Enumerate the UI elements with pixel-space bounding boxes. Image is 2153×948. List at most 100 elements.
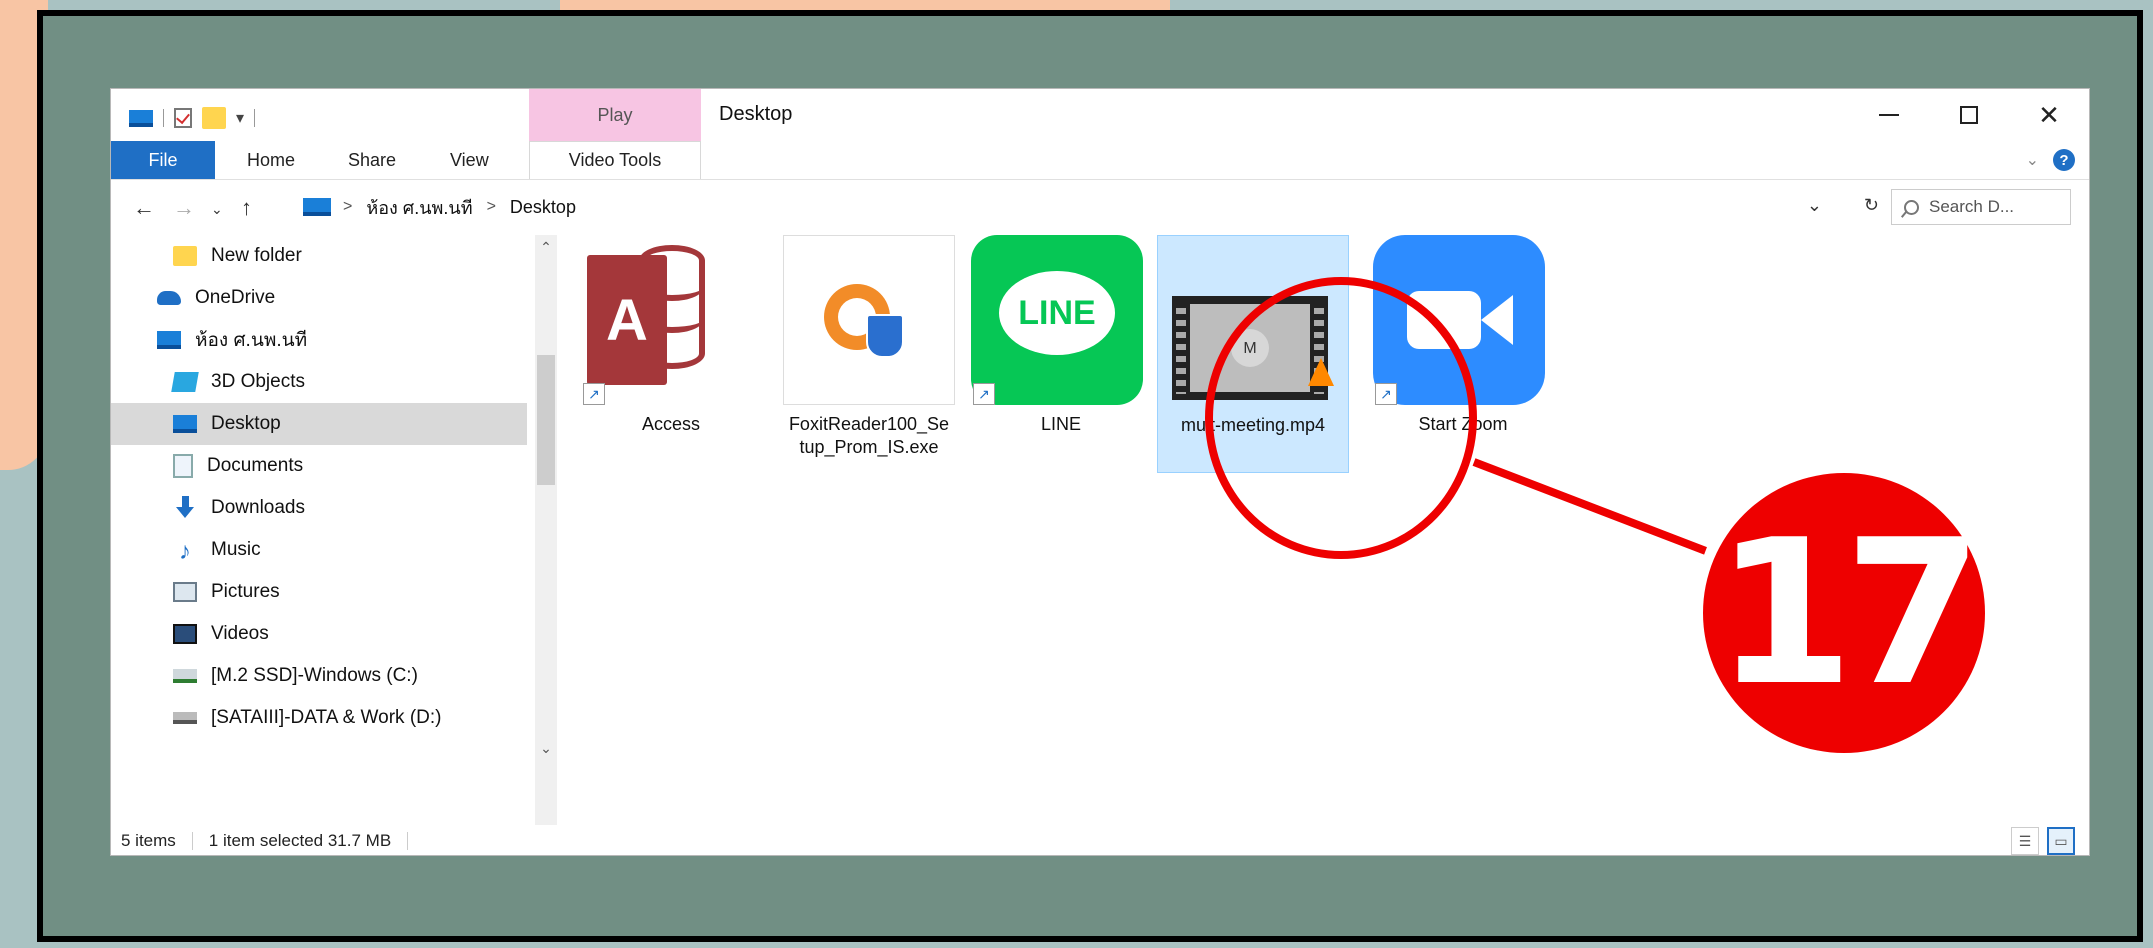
- large-icons-view-icon[interactable]: ▭: [2047, 827, 2075, 855]
- forward-button[interactable]: →: [173, 195, 195, 221]
- search-box[interactable]: Search D...: [1891, 189, 2071, 225]
- ribbon-tabs: File Home Share View Video Tools ⌄ ?: [111, 141, 2089, 180]
- documents-icon: [173, 454, 193, 478]
- shortcut-arrow-icon: ↗: [583, 383, 605, 405]
- sidebar-item-pictures[interactable]: Pictures: [173, 571, 280, 613]
- uac-shield-icon: [866, 314, 904, 358]
- quick-access-toolbar: ▾: [129, 107, 256, 129]
- address-bar[interactable]: > ห้อง ศ.นพ.นที > Desktop: [303, 189, 1975, 225]
- 3d-objects-icon: [171, 372, 199, 392]
- sidebar-item-label: OneDrive: [195, 287, 276, 308]
- sidebar-item-desktop[interactable]: Desktop: [111, 403, 527, 445]
- sidebar-item-music[interactable]: ♪ Music: [173, 529, 261, 571]
- close-icon: ✕: [2038, 99, 2060, 130]
- camera-lens: [1481, 295, 1513, 345]
- drive-d-icon: [173, 712, 197, 724]
- access-letter: A: [587, 255, 667, 385]
- maximize-icon: [1960, 106, 1978, 124]
- breadcrumb-item[interactable]: ห้อง ศ.นพ.นที: [366, 193, 472, 222]
- breadcrumb-item[interactable]: Desktop: [510, 197, 576, 218]
- address-dropdown-icon[interactable]: ⌄: [1807, 195, 1822, 216]
- play-tab-group[interactable]: Play: [529, 89, 701, 141]
- search-icon: [1904, 199, 1919, 215]
- sidebar-item-this-pc[interactable]: ห้อง ศ.นพ.นที: [157, 319, 307, 361]
- sidebar-item-label: ห้อง ศ.นพ.นที: [195, 330, 308, 351]
- refresh-icon[interactable]: ↻: [1864, 195, 1879, 216]
- sidebar-item-drive-d[interactable]: [SATAIII]-DATA & Work (D:): [173, 697, 441, 739]
- file-item-foxit[interactable]: FoxitReader100_Setup_Prom_IS.exe: [783, 235, 955, 459]
- navigation-scrollbar[interactable]: ⌃ ⌄: [535, 235, 557, 825]
- sidebar-item-onedrive[interactable]: OneDrive: [157, 277, 275, 319]
- sidebar-item-3d-objects[interactable]: 3D Objects: [171, 361, 305, 403]
- view-switcher: ☰ ▭: [2011, 827, 2075, 855]
- scroll-up-icon[interactable]: ⌃: [535, 239, 557, 256]
- explorer-icon: [129, 109, 153, 127]
- drive-c-icon: [173, 669, 197, 683]
- sidebar-item-label: [M.2 SSD]-Windows (C:): [211, 665, 418, 686]
- divider: [163, 109, 164, 127]
- item-count: 5 items: [121, 831, 176, 850]
- divider: [191, 832, 193, 850]
- tab-view[interactable]: View: [450, 141, 489, 179]
- minimize-icon: [1879, 114, 1899, 116]
- tab-video-tools[interactable]: Video Tools: [529, 141, 701, 179]
- new-folder-icon[interactable]: [202, 107, 226, 129]
- pictures-icon: [173, 582, 197, 602]
- details-view-icon[interactable]: ☰: [2011, 827, 2039, 855]
- sidebar-item-downloads[interactable]: Downloads: [173, 487, 305, 529]
- file-name: LINE: [1040, 414, 1082, 434]
- customize-toolbar-icon[interactable]: ▾: [236, 108, 244, 128]
- minimize-button[interactable]: [1849, 89, 1929, 141]
- this-pc-icon: [303, 198, 331, 216]
- file-name: Access: [641, 414, 701, 434]
- sidebar-item-documents[interactable]: Documents: [173, 445, 303, 487]
- this-pc-icon: [157, 331, 181, 349]
- maximize-button[interactable]: [1929, 89, 2009, 141]
- sidebar-item-label: Videos: [211, 623, 269, 644]
- sidebar-item-label: Desktop: [211, 413, 281, 434]
- status-bar: 5 items 1 item selected 31.7 MB ☰ ▭: [111, 825, 2089, 857]
- close-button[interactable]: ✕: [2009, 89, 2089, 141]
- expand-ribbon-icon[interactable]: ⌄: [2026, 150, 2039, 170]
- tab-home[interactable]: Home: [247, 141, 295, 179]
- sidebar-item-label: New folder: [211, 245, 302, 266]
- help-icon[interactable]: ?: [2053, 149, 2075, 171]
- selection-info: 1 item selected 31.7 MB: [208, 831, 392, 850]
- sidebar-item-videos[interactable]: Videos: [173, 613, 269, 655]
- sidebar-item-label: Pictures: [211, 581, 280, 602]
- breadcrumb-separator: >: [343, 198, 353, 215]
- file-item-line[interactable]: LINE ↗ LINE: [971, 235, 1151, 436]
- folder-icon: [173, 246, 197, 266]
- videos-icon: [173, 624, 197, 644]
- back-button[interactable]: ←: [133, 195, 155, 221]
- sidebar-item-drive-c[interactable]: [M.2 SSD]-Windows (C:): [173, 655, 418, 697]
- sidebar-item-label: Music: [211, 539, 261, 560]
- sidebar-item-new-folder[interactable]: New folder: [173, 235, 302, 277]
- tab-share[interactable]: Share: [348, 141, 396, 179]
- access-logo: A: [587, 245, 757, 395]
- navigation-pane: New folder OneDrive ห้อง ศ.นพ.นที 3D Obj…: [111, 235, 557, 825]
- foxit-installer-icon: [783, 235, 955, 405]
- line-bubble: LINE: [999, 271, 1115, 355]
- foxit-icon-frame: [783, 235, 955, 405]
- properties-icon[interactable]: [174, 108, 192, 128]
- scrollbar-thumb[interactable]: [537, 355, 555, 485]
- scroll-down-icon[interactable]: ⌄: [535, 740, 557, 757]
- up-button[interactable]: ↑: [241, 195, 252, 221]
- search-placeholder: Search D...: [1929, 197, 2015, 216]
- file-name: FoxitReader100_Setup_Prom_IS.exe: [788, 414, 950, 457]
- line-logo: LINE: [971, 235, 1143, 405]
- title-bar: ▾ Play Desktop ✕: [111, 89, 2089, 141]
- sidebar-item-label: [SATAIII]-DATA & Work (D:): [211, 707, 442, 728]
- divider: [407, 832, 409, 850]
- tab-file[interactable]: File: [111, 141, 215, 179]
- recent-locations-icon[interactable]: ⌄: [211, 201, 223, 218]
- address-actions: ⌄ ↻: [1807, 195, 1879, 216]
- breadcrumb-separator: >: [486, 198, 496, 215]
- line-icon: LINE ↗: [971, 235, 1151, 405]
- address-toolbar: ← → ⌄ ↑ > ห้อง ศ.นพ.นที > Desktop ⌄ ↻ Se…: [111, 179, 2089, 235]
- file-item-access[interactable]: A ↗ Access: [581, 235, 761, 436]
- highlight-circle: [1205, 277, 1477, 559]
- desktop-icon: [173, 415, 197, 433]
- ribbon-right: ⌄ ?: [2026, 149, 2075, 171]
